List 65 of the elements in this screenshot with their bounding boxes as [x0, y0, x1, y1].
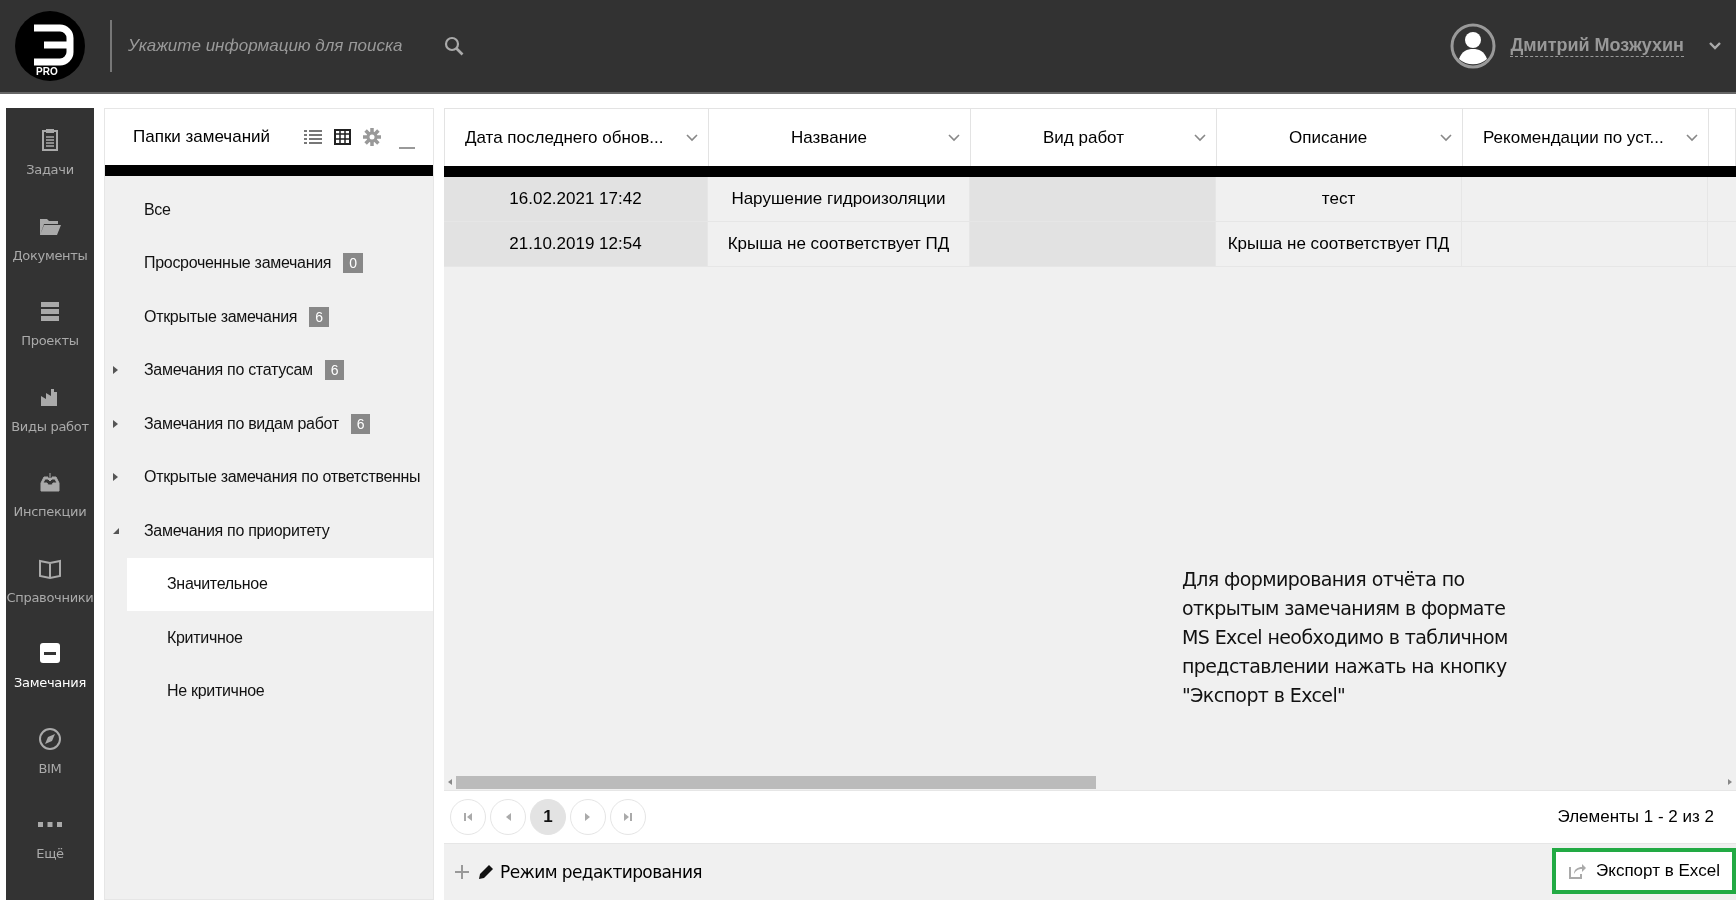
minimize-icon[interactable]	[399, 147, 416, 149]
table-cell: 21.10.2019 12:54	[444, 222, 708, 266]
collapsed-arrow-icon[interactable]	[112, 472, 120, 483]
chevron-down-icon[interactable]	[1708, 41, 1722, 51]
folder-item[interactable]: Значительное	[127, 557, 433, 611]
compass-icon	[38, 726, 62, 751]
folder-item[interactable]: Критичное	[127, 611, 433, 665]
nav-item[interactable]: Документы	[6, 213, 94, 299]
folder-item[interactable]: Открытые замечания 6	[105, 290, 433, 344]
folder-item[interactable]: Не критичное	[127, 664, 433, 718]
panel-title: Папки замечаний	[133, 127, 271, 147]
last-page-button[interactable]	[610, 799, 646, 835]
collapsed-arrow-icon[interactable]	[112, 365, 120, 376]
chevron-down-icon[interactable]	[1440, 133, 1452, 142]
chevron-down-icon[interactable]	[1194, 133, 1206, 142]
folder-item[interactable]: Все	[105, 183, 433, 237]
last-page-icon	[623, 812, 633, 822]
table-cell: тест	[1216, 177, 1462, 221]
first-page-icon	[463, 812, 473, 822]
table-cell: 16.02.2021 17:42	[444, 177, 708, 221]
more-icon	[38, 822, 62, 827]
chevron-down-icon[interactable]	[948, 133, 960, 142]
search-field[interactable]: Укажите информацию для поиска	[126, 35, 430, 57]
chevron-down-icon[interactable]	[686, 133, 698, 142]
folder-item[interactable]: Замечания по видам работ 6	[105, 397, 433, 451]
server-icon	[38, 299, 62, 323]
pencil-icon	[478, 864, 494, 880]
list-view-icon[interactable]	[304, 129, 323, 145]
logo-caption: PRO	[36, 66, 58, 77]
inbox-icon	[38, 470, 62, 494]
expanded-arrow-icon[interactable]	[112, 526, 120, 535]
count-badge: 6	[350, 413, 371, 434]
collapsed-arrow-icon[interactable]	[112, 418, 120, 429]
share-icon	[1568, 862, 1587, 880]
user-name-link[interactable]: Дмитрий Мозжухин	[1510, 35, 1684, 57]
minus-square-icon	[38, 641, 62, 665]
nav-item[interactable]: Проекты	[6, 299, 94, 385]
folder-item[interactable]: Открытые замечания по ответственны	[105, 450, 433, 504]
nav-item[interactable]: Инспекции	[6, 470, 94, 556]
edit-mode-button[interactable]: Режим редактирования	[478, 862, 702, 882]
nav-item[interactable]: Виды работ	[6, 384, 94, 470]
nav-item[interactable]: Ещё	[6, 812, 94, 898]
nav-item[interactable]: Замечания	[6, 641, 94, 727]
folder-item[interactable]: Замечания по статусам 6	[105, 343, 433, 397]
settings-icon[interactable]	[363, 128, 382, 146]
nav-item[interactable]: Справочники	[6, 555, 94, 641]
chevron-down-icon[interactable]	[1686, 133, 1698, 142]
table-view-icon[interactable]	[334, 129, 352, 145]
count-badge: 6	[324, 360, 345, 381]
page-summary: Элементы 1 - 2 из 2	[1557, 807, 1714, 827]
count-badge: 6	[309, 306, 329, 327]
avatar-icon[interactable]	[1450, 23, 1497, 69]
table-cell: Крыша не соответствует ПД	[1216, 222, 1462, 266]
folder-item[interactable]: Просроченные замечания 0	[105, 236, 433, 290]
instruction-note: Для формирования отчёта по открытым замечаниям в формате MS Excel необходимо в табличном представлении нажать на кнопку "Экспорт в Excel"	[1182, 567, 1509, 708]
folder-item[interactable]: Замечания по приоритету	[105, 504, 433, 558]
nav-item[interactable]: BIM	[6, 726, 94, 812]
export-excel-button[interactable]: Экспорт в Excel	[1552, 848, 1736, 894]
nav-item[interactable]: Задачи	[6, 128, 94, 214]
search-icon[interactable]	[444, 36, 464, 56]
page-button[interactable]: 1	[530, 799, 566, 835]
logo-icon	[14, 10, 86, 82]
count-badge: 0	[343, 253, 363, 274]
first-page-button[interactable]	[450, 799, 486, 835]
add-icon[interactable]	[454, 864, 470, 880]
